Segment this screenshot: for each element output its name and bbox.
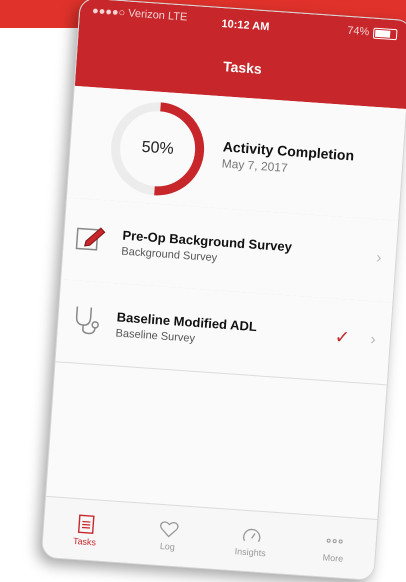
heart-icon [159, 520, 179, 537]
tab-tasks[interactable]: Tasks [42, 497, 129, 563]
stethoscope-icon [75, 306, 99, 335]
tab-label: Insights [234, 545, 267, 558]
page-title: Tasks [222, 58, 263, 77]
phone-screen: ●●●●○ Verizon LTE 10:12 AM 74% Tasks 50%… [40, 0, 406, 581]
tab-bar: Tasks Log Insights More [41, 495, 378, 580]
gauge-icon [242, 528, 260, 542]
chevron-right-icon: › [375, 249, 383, 267]
battery-icon [372, 27, 398, 40]
completion-date: May 7, 2017 [221, 156, 289, 175]
more-dots-icon [326, 538, 343, 544]
completion-percent: 50% [141, 138, 175, 158]
task-subtitle: Background Survey [120, 245, 218, 265]
tab-insights[interactable]: Insights [207, 508, 294, 574]
tab-more[interactable]: More [290, 514, 377, 580]
battery-fill [374, 29, 391, 38]
tab-label: More [322, 551, 344, 564]
chevron-right-icon: › [369, 331, 377, 349]
task-subtitle: Baseline Survey [115, 327, 196, 345]
tab-label: Log [159, 540, 176, 552]
tab-log[interactable]: Log [125, 503, 212, 569]
tab-label: Tasks [72, 535, 97, 547]
clipboard-icon [77, 514, 95, 534]
battery-percent: 74% [346, 24, 370, 39]
checkmark-icon: ✓ [334, 326, 351, 348]
pencil-icon [75, 227, 106, 251]
